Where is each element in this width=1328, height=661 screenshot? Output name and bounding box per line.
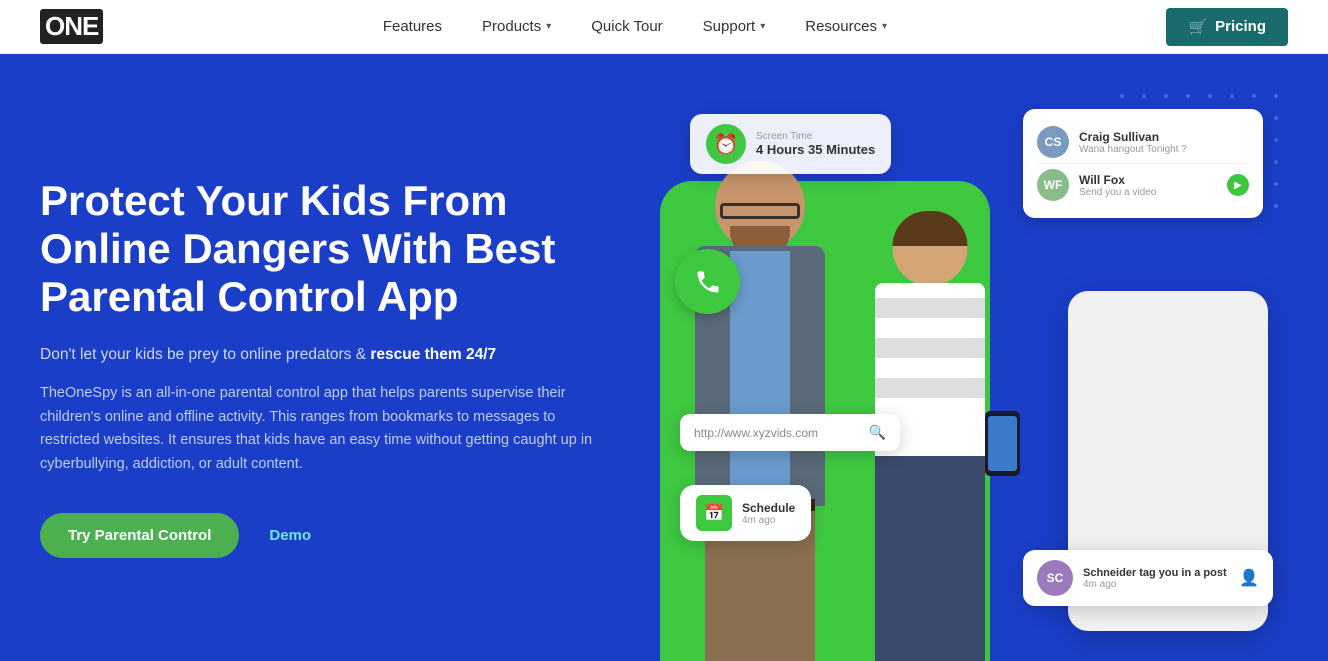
hero-left: Protect Your Kids From Online Dangers Wi… [0, 54, 640, 661]
schedule-icon: 📅 [696, 495, 732, 531]
chat-card: CS Craig Sullivan Wana hangout Tonight ?… [1023, 109, 1263, 218]
notif-avatar: SC [1037, 560, 1073, 596]
nav-link-support[interactable]: Support ▾ [683, 0, 786, 54]
people-illustration [660, 141, 980, 661]
nav-item-features[interactable]: Features [363, 0, 462, 54]
navbar: ONE Features Products ▾ Quick Tour Suppo… [0, 0, 1328, 54]
nav-item-products[interactable]: Products ▾ [462, 0, 571, 54]
chat-info-2: Will Fox Send you a video [1079, 173, 1156, 198]
notification-card: SC Schneider tag you in a post 4m ago 👤 [1023, 550, 1273, 606]
cart-icon: 🛒 [1188, 18, 1207, 36]
logo[interactable]: ONE [40, 9, 103, 44]
phone-call-icon-card [675, 249, 740, 314]
try-parental-control-button[interactable]: Try Parental Control [40, 513, 239, 558]
nav-item-support[interactable]: Support ▾ [683, 0, 786, 54]
screen-time-text: Screen Time 4 Hours 35 Minutes [756, 131, 875, 157]
screen-time-card: ⏰ Screen Time 4 Hours 35 Minutes [690, 114, 891, 174]
hero-right: ⏰ Screen Time 4 Hours 35 Minutes http://… [640, 54, 1328, 661]
nav-link-quick-tour[interactable]: Quick Tour [571, 0, 682, 54]
schedule-card: 📅 Schedule 4m ago [680, 485, 811, 541]
chat-row-2: WF Will Fox Send you a video ▶ [1037, 163, 1249, 206]
nav-link-resources[interactable]: Resources ▾ [785, 0, 907, 54]
nav-link-features[interactable]: Features [363, 0, 462, 54]
nav-link-products[interactable]: Products ▾ [462, 0, 571, 54]
url-bar-card: http://www.xyzvids.com 🔍 [680, 414, 900, 451]
chat-info-1: Craig Sullivan Wana hangout Tonight ? [1079, 130, 1187, 155]
logo-text: ONE [40, 9, 103, 44]
hero-subtitle: Don't let your kids be prey to online pr… [40, 346, 600, 364]
clock-icon: ⏰ [706, 124, 746, 164]
schedule-text: Schedule 4m ago [742, 501, 795, 526]
nav-item-resources[interactable]: Resources ▾ [785, 0, 907, 54]
adult-person [660, 161, 860, 661]
hero-section: Protect Your Kids From Online Dangers Wi… [0, 54, 1328, 661]
hero-title: Protect Your Kids From Online Dangers Wi… [40, 177, 600, 322]
nav-links: Features Products ▾ Quick Tour Support ▾… [363, 0, 907, 54]
chat-avatar-2: WF [1037, 169, 1069, 201]
hero-buttons: Try Parental Control Demo [40, 513, 600, 558]
notif-text: Schneider tag you in a post 4m ago [1083, 567, 1227, 590]
play-icon: ▶ [1227, 174, 1249, 196]
chevron-down-icon: ▾ [760, 0, 765, 54]
pricing-button[interactable]: 🛒 Pricing [1166, 8, 1288, 46]
chat-row-1: CS Craig Sullivan Wana hangout Tonight ? [1037, 121, 1249, 163]
nav-item-quick-tour[interactable]: Quick Tour [571, 0, 682, 54]
hero-description: TheOneSpy is an all-in-one parental cont… [40, 382, 600, 478]
demo-link[interactable]: Demo [269, 527, 311, 544]
chat-avatar-1: CS [1037, 126, 1069, 158]
chevron-down-icon: ▾ [882, 0, 887, 54]
chevron-down-icon: ▾ [546, 0, 551, 54]
phone-icon [694, 268, 722, 296]
search-icon: 🔍 [869, 424, 886, 441]
person-icon: 👤 [1239, 568, 1259, 588]
